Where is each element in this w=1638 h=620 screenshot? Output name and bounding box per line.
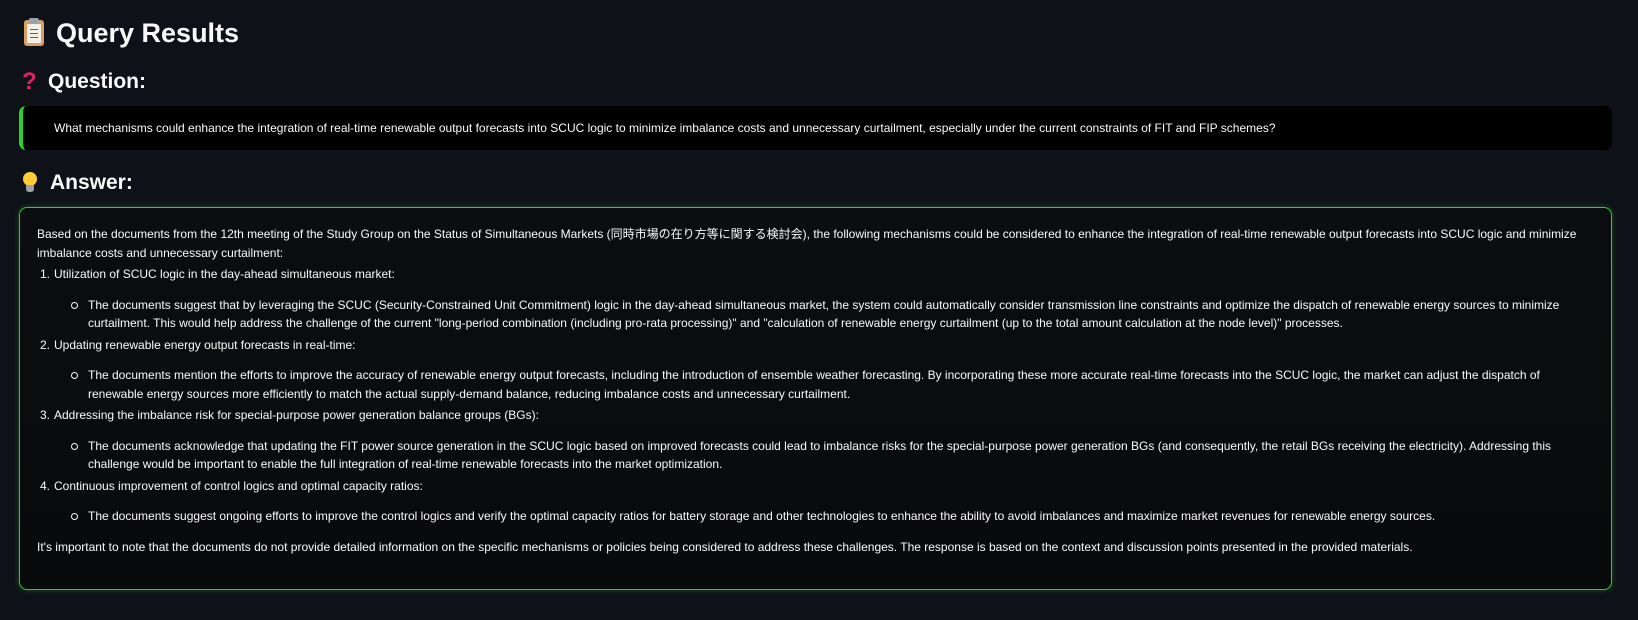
answer-points-list: 1. Utilization of SCUC logic in the day-…: [37, 265, 1594, 526]
point-detail: The documents mention the efforts to imp…: [71, 366, 1594, 403]
point-title: Utilization of SCUC logic in the day-ahe…: [54, 267, 395, 281]
question-mark-icon: ?: [22, 68, 37, 95]
clipboard-icon: [24, 18, 44, 46]
answer-heading: Answer:: [50, 171, 133, 194]
page-title-row: Query Results: [24, 14, 239, 52]
question-heading-row: ? Question:: [22, 67, 146, 97]
point-detail-list: The documents suggest that by leveraging…: [54, 296, 1594, 333]
point-detail-list: The documents suggest ongoing efforts to…: [54, 507, 1594, 526]
point-detail-list: The documents mention the efforts to imp…: [54, 366, 1594, 403]
point-title: Continuous improvement of control logics…: [54, 478, 423, 493]
point-number: 3.: [40, 408, 51, 422]
light-bulb-icon: [22, 172, 38, 194]
answer-point: 3. Addressing the imbalance risk for spe…: [40, 406, 1594, 474]
answer-point: 2. Updating renewable energy output fore…: [40, 336, 1594, 404]
point-detail: The documents suggest that by leveraging…: [71, 296, 1594, 333]
answer-point: 1. Utilization of SCUC logic in the day-…: [40, 265, 1594, 333]
point-detail: The documents suggest ongoing efforts to…: [71, 507, 1594, 526]
point-number: 4.: [40, 478, 51, 493]
answer-box: Based on the documents from the 12th mee…: [19, 207, 1612, 590]
point-detail-list: The documents acknowledge that updating …: [54, 437, 1594, 474]
answer-heading-row: Answer:: [22, 168, 133, 198]
answer-intro: Based on the documents from the 12th mee…: [37, 227, 1577, 260]
point-number: 1.: [40, 267, 51, 281]
question-box: What mechanisms could enhance the integr…: [19, 106, 1612, 150]
point-title: Updating renewable energy output forecas…: [54, 337, 356, 352]
query-results-page: Query Results ? Question: What mechanism…: [0, 0, 1638, 620]
page-title: Query Results: [56, 17, 240, 48]
point-detail: The documents acknowledge that updating …: [71, 437, 1594, 474]
answer-point: 4. Continuous improvement of control log…: [40, 477, 1594, 526]
question-text: What mechanisms could enhance the integr…: [54, 121, 1276, 135]
point-title: Addressing the imbalance risk for specia…: [54, 408, 539, 422]
question-heading: Question:: [48, 70, 146, 93]
point-number: 2.: [40, 337, 51, 352]
answer-outro: It's important to note that the document…: [37, 539, 1413, 554]
